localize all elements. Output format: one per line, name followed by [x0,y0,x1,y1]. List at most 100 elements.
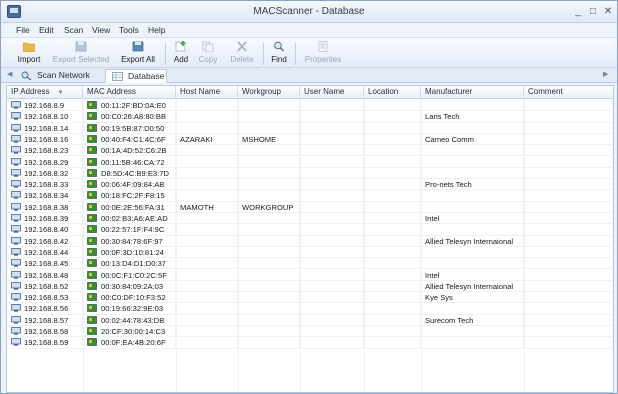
cell-location [364,292,421,304]
export-all-button[interactable]: Export All [117,40,159,67]
cell-ip: 192.168.8.57 [7,314,83,326]
cell-manufacturer: Intel [421,213,524,224]
tab-scan-network[interactable]: Scan Network [15,69,103,83]
cell-mac-text: 00:02:44:78:43:DB [101,315,165,325]
cell-mac: 20:CF:30:00:14:C3 [83,326,176,337]
add-button[interactable]: Add [169,40,193,67]
col-header-manufacturer[interactable]: Manufacturer [421,86,524,99]
copy-button[interactable]: Copy [195,40,221,67]
table-row[interactable]: 192.168.8.39 00:02:B3:A6:AE:AD Intel [7,213,613,225]
cell-manufacturer [421,122,524,134]
col-header-location[interactable]: Location [364,86,421,99]
minimize-icon[interactable]: _ [571,5,585,18]
cell-ip: 192.168.8.44 [7,246,83,258]
table-row[interactable]: 192.168.8.52 00:30:84:09:2A:03 Allied Tele… [7,280,613,293]
menu-view[interactable]: View [92,25,110,35]
menu-scan[interactable]: Scan [64,25,83,35]
cell-mac-text: 00:19:5B:87:D0:50 [101,123,165,133]
cell-location [364,235,421,247]
menu-file[interactable]: File [16,25,30,35]
cell-host [176,235,238,247]
network-card-icon [87,293,97,301]
close-icon[interactable]: ✕ [601,5,615,18]
table-row[interactable]: 192.168.8.57 00:02:44:78:43:DB Surecom Tec… [7,314,613,326]
table-row[interactable]: 192.168.8.33 00:06:4F:09:84:AB Pro-nets Te… [7,179,613,191]
cell-mac: 00:11:2F:BD:0A:E0 [83,100,176,111]
cell-workgroup [238,224,300,236]
cell-user [300,133,364,145]
table-row[interactable]: 192.168.8.45 00:13:D4:D1:D0:37 [7,258,613,270]
table-row[interactable]: 192.168.8.53 00:C0:DF:10:F3:52 Kye Sys [7,292,613,304]
import-button[interactable]: Import [13,40,45,67]
menu-edit[interactable]: Edit [39,25,54,35]
cell-mac: 00:C0:DF:10:F3:52 [83,292,176,304]
find-button[interactable]: Find [267,40,291,67]
table-row[interactable]: 192.168.8.38 00:0E:2E:56:FA:31 MAMOTH WORKG… [7,201,613,213]
network-card-icon [87,168,97,177]
table-row[interactable]: 192.168.8.42 00:30:84:78:6F:97 Allied Tele… [7,235,613,247]
network-card-icon [87,338,97,347]
menu-help[interactable]: Help [148,25,165,35]
cell-mac-text: 00:0F:EA:4B:20:6F [101,338,166,348]
cell-host [176,111,238,123]
cell-workgroup [238,326,300,337]
table-row[interactable]: 192.168.8.29 00:11:5B:46:CA:72 [7,156,613,168]
network-card-icon [87,157,97,166]
cell-ip-text: 192.168.8.44 [24,247,69,257]
table-row[interactable]: 192.168.8.58 20:CF:30:00:14:C3 [7,326,613,338]
cell-workgroup [238,314,300,326]
cell-location [364,326,421,337]
col-header-user[interactable]: User Name [300,86,364,99]
cell-ip-text: 192.168.8.48 [24,270,69,280]
maximize-icon[interactable]: □ [586,5,600,18]
cell-host [176,292,238,304]
network-card-icon [87,304,97,313]
table-row[interactable]: 192.168.8.56 00:19:66:32:9E:03 [7,303,613,315]
cell-mac: 00:0E:2E:56:FA:31 [83,201,176,213]
export-selected-button[interactable]: Export Selected [51,40,111,67]
tab-scroll-right-icon[interactable]: ▶ [603,70,608,78]
col-header-mac[interactable]: MAC Address [83,86,176,99]
delete-button[interactable]: Delete [227,40,257,67]
table-row[interactable]: 192.168.8.23 00:1A:4D:52:C6:2B [7,145,613,157]
table-row[interactable]: 192.168.8.59 00:0F:EA:4B:20:6F [7,337,613,349]
col-header-ip[interactable]: IP Address ▼ [7,86,83,99]
table-row[interactable]: 192.168.8.16 00:40:F4:C1:4C:6F AZARAKI MSHO… [7,133,613,146]
table-row[interactable]: 192.168.8.32 D8:5D:4C:B9:E3:7D [7,167,613,180]
table-row[interactable]: 192.168.8.40 00:22:57:1F:F4:9C [7,224,613,236]
table-row[interactable]: 192.168.8.34 00:18:FC:2F:F8:15 [7,190,613,202]
table-row[interactable]: 192.168.8.48 00:0C:F1:C0:2C:5F Intel [7,269,613,281]
cell-comment [524,258,613,270]
col-header-host[interactable]: Host Name [176,86,238,99]
properties-button[interactable]: Properties [301,40,345,67]
cell-ip: 192.168.8.40 [7,224,83,236]
cell-ip-text: 192.168.8.10 [24,112,69,122]
cell-location [364,190,421,202]
cell-ip-text: 192.168.8.16 [24,134,69,144]
table-row[interactable]: 192.168.8.44 00:0F:3D:10:81:24 [7,246,613,259]
cell-comment [524,156,613,168]
col-header-comment[interactable]: Comment [524,86,613,99]
cell-location [364,314,421,326]
cell-mac-text: 00:0F:3D:10:81:24 [101,247,164,257]
table-row[interactable]: 192.168.8.9 00:11:2F:BD:0A:E0 [7,100,613,112]
cell-location [364,145,421,157]
cell-user [300,246,364,258]
menu-tools[interactable]: Tools [119,25,139,35]
tab-scroll-left-icon[interactable]: ◀ [7,70,12,78]
computer-icon [11,168,21,177]
computer-icon [11,259,21,267]
tab-database[interactable]: Database [105,69,167,83]
cell-comment [524,190,613,202]
cell-ip: 192.168.8.59 [7,337,83,349]
cell-ip-text: 192.168.8.34 [24,191,69,201]
cell-comment [524,201,613,213]
cell-workgroup [238,179,300,191]
network-card-icon [87,315,97,324]
cell-ip-text: 192.168.8.52 [24,281,69,291]
network-card-icon [87,146,97,155]
table-row[interactable]: 192.168.8.10 00:C0:26:A8:80:BB Lans Tech [7,111,613,123]
table-row[interactable]: 192.168.8.14 00:19:5B:87:D0:50 [7,122,613,134]
col-header-workgroup[interactable]: Workgroup [238,86,300,99]
cell-mac-text: 00:18:FC:2F:F8:15 [101,191,165,201]
